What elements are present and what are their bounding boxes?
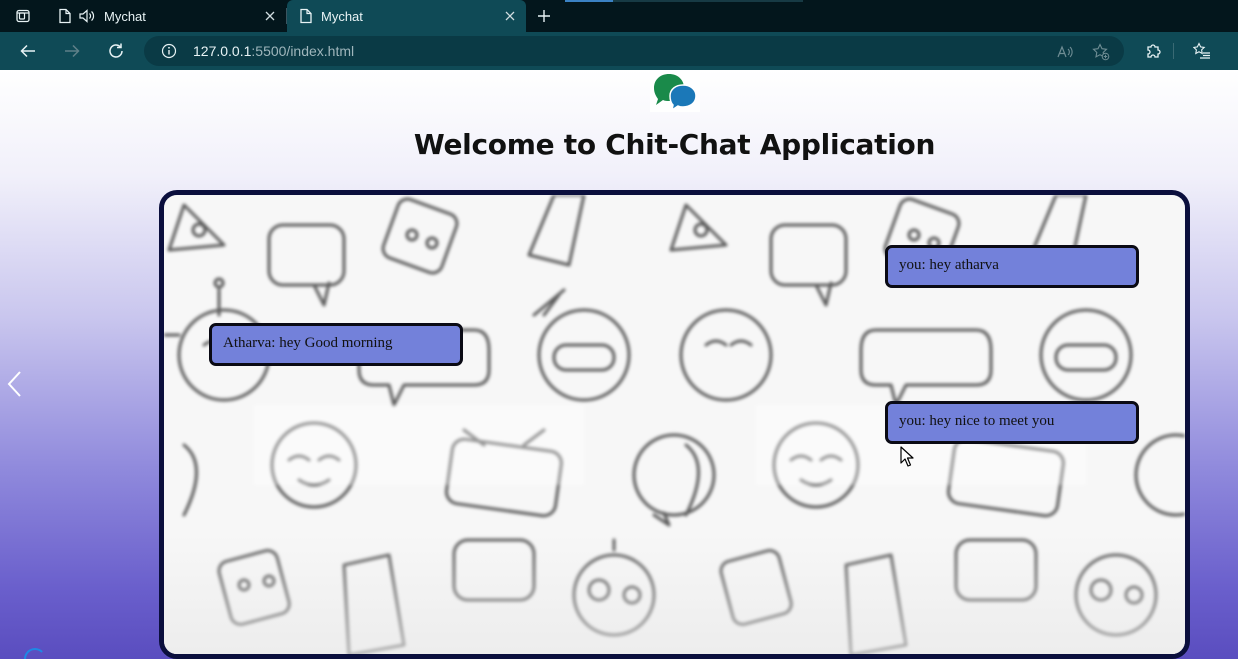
plus-icon [538,10,550,22]
favorites-button[interactable] [1190,39,1214,63]
page-content: Welcome to Chit-Chat Application Atharva… [0,70,1238,659]
favorite-star-icon [1092,43,1110,61]
mouse-cursor-icon [900,446,914,467]
forward-button[interactable] [60,39,84,63]
add-favorite-button[interactable] [1092,43,1110,61]
close-icon [505,11,515,21]
back-arrow-icon [20,44,35,58]
tab-loading-track [613,0,803,2]
refresh-icon [109,43,123,58]
tab-close-button[interactable] [502,8,518,24]
puzzle-icon [1147,44,1161,58]
page-icon [59,8,71,24]
favorites-list-icon [1193,42,1210,59]
close-icon [265,11,275,21]
extensions-button[interactable] [1141,39,1165,63]
chat-bottom-fade [164,534,1185,654]
tab-close-button[interactable] [262,8,278,24]
tab-mychat-2[interactable]: Mychat [287,0,526,32]
read-aloud-icon [1057,45,1073,58]
info-icon [161,43,177,59]
tab-title: Mychat [321,8,363,24]
message-bubble-outgoing: you: hey nice to meet you [885,401,1139,444]
tab-actions-icon [16,9,30,23]
back-button[interactable] [16,39,40,63]
tab-mychat-1[interactable]: Mychat [46,0,286,32]
url-path: :5500/index.html [251,43,355,59]
forward-arrow-icon [65,44,80,58]
toolbar-separator [1173,43,1174,59]
page-icon [300,8,312,24]
browser-toolbar: 127.0.0.1:5500/index.html [0,32,1238,70]
read-aloud-button[interactable] [1056,43,1074,61]
chevron-left-icon[interactable] [5,370,25,398]
url-host: 127.0.0.1 [193,43,252,59]
chat-bubbles-logo [650,70,700,112]
speaker-icon[interactable] [78,8,96,24]
tab-strip: Mychat Mychat [0,0,1238,32]
site-info-button[interactable] [161,43,177,64]
url-text[interactable]: 127.0.0.1:5500/index.html [193,43,354,59]
message-bubble-outgoing: you: hey atharva [885,245,1139,288]
new-tab-button[interactable] [532,4,556,28]
refresh-button[interactable] [104,39,128,63]
address-bar[interactable]: 127.0.0.1:5500/index.html [144,36,1124,66]
tab-title: Mychat [104,8,146,24]
loading-spinner [24,648,46,659]
page-title: Welcome to Chit-Chat Application [413,128,936,161]
tab-actions-button[interactable] [6,4,40,28]
chat-container: Atharva: hey Good morning you: hey athar… [159,190,1190,659]
message-bubble-incoming: Atharva: hey Good morning [209,323,463,366]
tab-loading-indicator [565,0,613,2]
